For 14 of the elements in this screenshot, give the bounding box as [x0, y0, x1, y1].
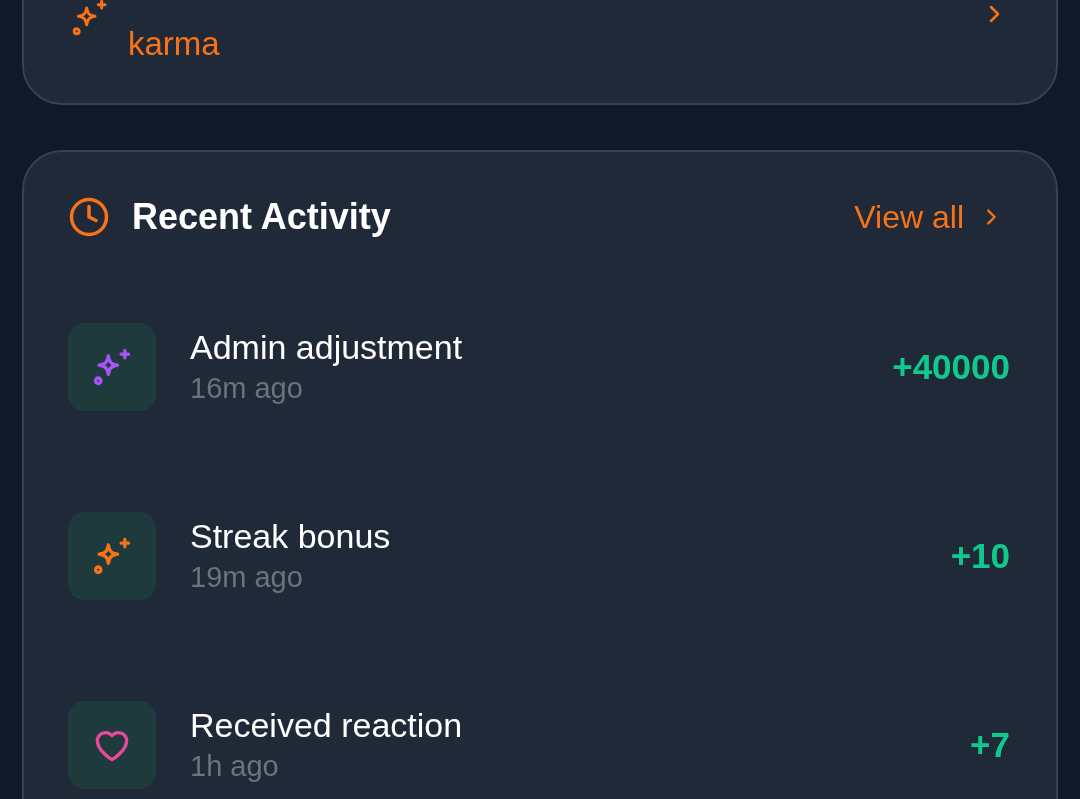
activity-title: Streak bonus: [190, 516, 391, 557]
activity-time: 19m ago: [190, 560, 304, 595]
activity-time: 1h ago: [190, 749, 280, 784]
karma-amount: +10: [950, 534, 1010, 577]
section-title: Recent Activity: [132, 195, 391, 239]
learn-more-link[interactable]: karma: [128, 16, 964, 72]
activity-time: 16m ago: [190, 371, 304, 406]
karma-amount: +7: [970, 723, 1010, 766]
activity-title: Admin adjustment: [190, 327, 463, 368]
karma-amount: +40000: [892, 345, 1010, 388]
view-all-link[interactable]: View all: [854, 193, 1002, 241]
clock-icon: [68, 196, 110, 238]
activity-title: Received reaction: [190, 705, 463, 746]
learn-more-card[interactable]: karma: [22, 0, 1058, 105]
